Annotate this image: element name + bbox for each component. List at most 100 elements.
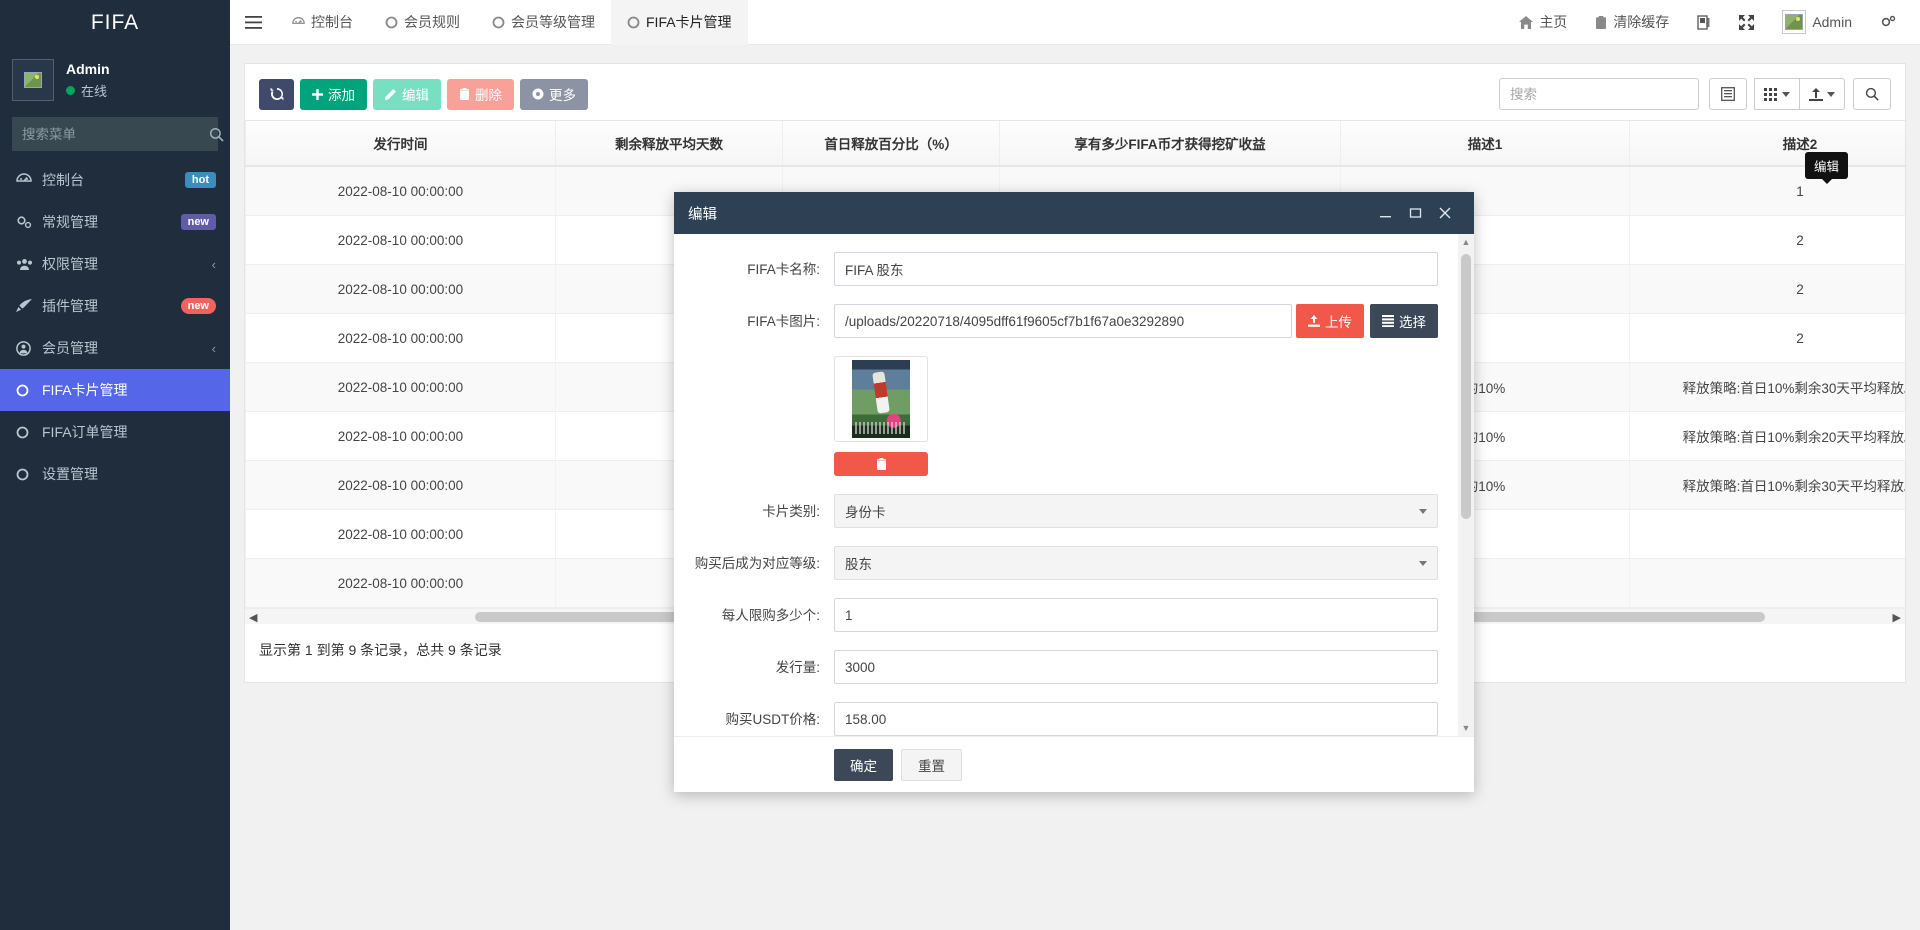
- table-cell: 1: [1630, 166, 1905, 216]
- home-button[interactable]: 主页: [1505, 0, 1581, 45]
- sidebar-search-input[interactable]: [12, 117, 209, 151]
- modal-header: 编辑: [674, 192, 1474, 234]
- header-user-label: Admin: [1812, 14, 1852, 30]
- table-header-cell[interactable]: 描述2: [1630, 121, 1905, 166]
- card-image-input[interactable]: [834, 304, 1292, 338]
- trash-icon: [876, 458, 887, 470]
- export-button[interactable]: [1799, 78, 1845, 110]
- sidebar-item-2[interactable]: 常规管理new: [0, 201, 230, 243]
- theme-button[interactable]: [1683, 0, 1725, 45]
- modal-minimize-icon[interactable]: [1370, 198, 1400, 228]
- card-category-select[interactable]: 身份卡: [834, 494, 1438, 528]
- sidebar-item-label: FIFA订单管理: [42, 422, 216, 442]
- purchase-limit-input[interactable]: [834, 598, 1438, 632]
- table-cell: [1630, 510, 1905, 559]
- user-name: Admin: [66, 61, 110, 77]
- table-header-cell[interactable]: 发行时间: [246, 121, 556, 166]
- more-button[interactable]: 更多: [520, 79, 588, 110]
- upload-button[interactable]: 上传: [1296, 304, 1364, 338]
- rocket-icon: [16, 299, 40, 313]
- reset-button[interactable]: 重置: [901, 749, 962, 781]
- header-tab-label: 会员规则: [404, 12, 460, 32]
- sidebar-item-1[interactable]: 控制台hot: [0, 159, 230, 201]
- card-name-label: FIFA卡名称:: [674, 252, 834, 280]
- modal-maximize-icon[interactable]: [1400, 198, 1430, 228]
- table-header-cell[interactable]: 享有多少FIFA币才获得挖矿收益: [1000, 121, 1341, 166]
- modal-close-icon[interactable]: [1430, 198, 1460, 228]
- gear-icon: [532, 88, 544, 100]
- search-icon[interactable]: [209, 117, 224, 151]
- sidebar-badge: hot: [185, 172, 216, 188]
- circle-icon: [492, 16, 505, 29]
- sidebar-search[interactable]: [12, 117, 218, 151]
- edit-button[interactable]: 编辑: [373, 79, 441, 110]
- upload-icon: [1308, 315, 1320, 327]
- table-head: FA数量直推账号挖矿百分比（%）发行时间剩余释放平均天数首日释放百分比（%）享有…: [245, 121, 1905, 166]
- search-submit-button[interactable]: [1853, 78, 1891, 110]
- choose-button[interactable]: 选择: [1370, 304, 1438, 338]
- image-thumbnail: [834, 356, 928, 442]
- table-cell: 释放策略:首日10%剩余20天平均释放。: [1630, 412, 1905, 461]
- sidebar-item-5[interactable]: 会员管理‹: [0, 327, 230, 369]
- table-cell: [1630, 559, 1905, 608]
- header-actions: 主页 清除缓存 Admin: [1505, 0, 1920, 45]
- scroll-left-icon[interactable]: ◀: [249, 611, 257, 624]
- clear-cache-button[interactable]: 清除缓存: [1581, 0, 1683, 45]
- refresh-button[interactable]: [259, 79, 294, 110]
- refresh-icon: [270, 87, 284, 101]
- delete-button[interactable]: 删除: [447, 79, 514, 110]
- modal-form: FIFA卡名称: FIFA卡图片: 上传: [674, 234, 1458, 736]
- sidebar-item-4[interactable]: 插件管理new: [0, 285, 230, 327]
- header-tab-label: 会员等级管理: [511, 12, 595, 32]
- sidebar-item-8[interactable]: 设置管理: [0, 453, 230, 495]
- usdt-price-input[interactable]: [834, 702, 1438, 736]
- table-cell: 2022-08-10 00:00:00: [246, 510, 556, 559]
- sidebar-item-7[interactable]: FIFA订单管理: [0, 411, 230, 453]
- scroll-up-icon[interactable]: ▲: [1458, 234, 1474, 250]
- fullscreen-button[interactable]: [1725, 0, 1768, 45]
- menu-toggle-icon[interactable]: [230, 0, 276, 45]
- header-tab-4[interactable]: FIFA卡片管理: [611, 0, 748, 45]
- card-name-input[interactable]: [834, 252, 1438, 286]
- table-header-cell[interactable]: 首日释放百分比（%）: [783, 121, 1000, 166]
- columns-button[interactable]: [1754, 78, 1800, 110]
- remove-image-button[interactable]: [834, 452, 928, 476]
- sidebar-item-label: 常规管理: [42, 212, 181, 232]
- member-level-value: 股东: [845, 553, 872, 573]
- broken-image-icon: [24, 72, 42, 88]
- modal-title: 编辑: [688, 203, 1370, 224]
- confirm-button[interactable]: 确定: [834, 749, 893, 781]
- search-input[interactable]: [1499, 78, 1699, 110]
- palette-icon: [1697, 15, 1711, 30]
- header-tab-3[interactable]: 会员等级管理: [476, 0, 611, 45]
- card-category-label: 卡片类别:: [674, 494, 834, 522]
- field-member-level: 购买后成为对应等级: 股东: [674, 546, 1458, 580]
- table-header-cell[interactable]: 描述1: [1340, 121, 1629, 166]
- scroll-down-icon[interactable]: ▼: [1458, 720, 1474, 736]
- user-menu[interactable]: Admin: [1768, 0, 1866, 45]
- chevron-down-icon: [1827, 92, 1835, 97]
- table-header-cell[interactable]: 剩余释放平均天数: [555, 121, 782, 166]
- user-status-label: 在线: [81, 81, 107, 100]
- table-view-buttons: [1709, 78, 1845, 110]
- header-tab-1[interactable]: 控制台: [276, 0, 369, 45]
- clear-cache-label: 清除缓存: [1613, 12, 1669, 32]
- usdt-price-label: 购买USDT价格:: [674, 702, 834, 730]
- modal-vertical-scrollbar[interactable]: ▲ ▼: [1458, 234, 1474, 736]
- sidebar-item-6[interactable]: FIFA卡片管理: [0, 369, 230, 411]
- user-circle-icon: [16, 341, 40, 356]
- add-button[interactable]: 添加: [300, 79, 367, 110]
- field-card-image: FIFA卡图片: 上传 选择: [674, 304, 1458, 338]
- more-label: 更多: [549, 84, 576, 104]
- issue-amount-input[interactable]: [834, 650, 1438, 684]
- settings-button[interactable]: [1866, 0, 1910, 45]
- sidebar-item-3[interactable]: 权限管理‹: [0, 243, 230, 285]
- brand-title: FIFA: [0, 0, 230, 45]
- header-tab-2[interactable]: 会员规则: [369, 0, 476, 45]
- football-player-image: [852, 360, 910, 438]
- fullscreen-table-button[interactable]: [1709, 78, 1747, 110]
- trash-icon: [1595, 16, 1607, 29]
- modal-scrollbar-thumb[interactable]: [1461, 254, 1471, 519]
- scroll-right-icon[interactable]: ▶: [1893, 611, 1901, 624]
- member-level-select[interactable]: 股东: [834, 546, 1438, 580]
